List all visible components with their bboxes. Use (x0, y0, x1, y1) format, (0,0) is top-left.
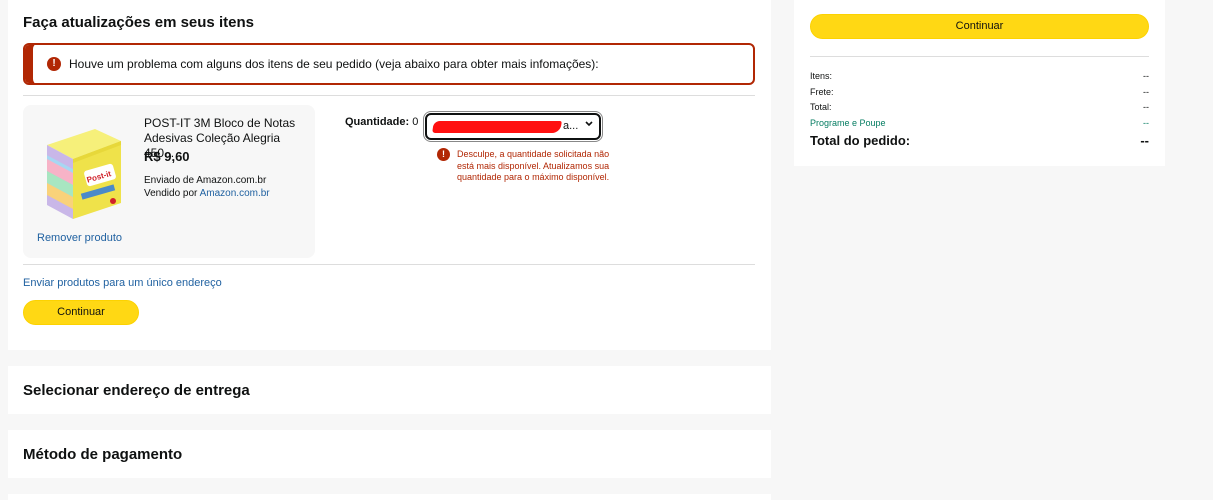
payment-section[interactable]: Método de pagamento (8, 430, 771, 478)
quantity-select[interactable]: a... (425, 113, 601, 140)
summary-row-label: Programe e Poupe (810, 118, 886, 128)
section-title: Método de pagamento (23, 446, 183, 463)
order-total-label: Total do pedido: (810, 133, 911, 148)
remove-product-link[interactable]: Remover produto (37, 232, 122, 244)
items-update-section: Faça atualizações em seus itens ! Houve … (8, 0, 771, 350)
summary-row-label: Total: (810, 102, 832, 112)
error-icon: ! (437, 148, 450, 161)
summary-row-value: -- (1143, 102, 1149, 112)
divider (810, 56, 1149, 57)
order-total-value: -- (1140, 133, 1149, 148)
order-summary: Continuar Itens: -- Frete: -- Total: -- … (794, 0, 1165, 166)
order-total: Total do pedido: -- (810, 133, 1149, 148)
summary-row-subscribe-save: Programe e Poupe -- (810, 118, 1149, 132)
product-image[interactable]: Post-it (39, 115, 129, 225)
divider (23, 95, 755, 96)
summary-row-value: -- (1143, 71, 1149, 81)
product-price: R$ 9,60 (144, 149, 190, 164)
quantity-value: 0 (412, 116, 419, 128)
section-title: Selecionar endereço de entrega (23, 382, 250, 399)
summary-continue-button[interactable]: Continuar (810, 14, 1149, 39)
sold-by-label: Vendido por (144, 188, 200, 199)
seller-link[interactable]: Amazon.com.br (200, 188, 270, 199)
redaction-mark (432, 121, 562, 133)
summary-row-value: -- (1143, 87, 1149, 97)
error-alert: ! Houve um problema com alguns dos itens… (23, 43, 755, 85)
summary-row-label: Itens: (810, 71, 833, 81)
alert-text: Houve um problema com alguns dos itens d… (69, 57, 599, 71)
chevron-down-icon (584, 118, 594, 131)
section-title: Faça atualizações em seus itens (23, 14, 254, 31)
address-section[interactable]: Selecionar endereço de entrega (8, 366, 771, 414)
quantity-label: Quantidade: 0 (345, 116, 418, 128)
alert-icon: ! (47, 57, 61, 71)
quantity-select-value: a... (563, 120, 579, 132)
sold-by: Vendido por Amazon.com.br (144, 188, 270, 199)
summary-row-value: -- (1143, 118, 1149, 128)
divider (23, 264, 755, 265)
quantity-label-text: Quantidade: (345, 116, 410, 128)
summary-row-shipping: Frete: -- (810, 87, 1149, 101)
shipped-by: Enviado de Amazon.com.br (144, 175, 267, 186)
continue-button[interactable]: Continuar (23, 300, 139, 325)
next-section (8, 494, 771, 500)
summary-row-label: Frete: (810, 87, 834, 97)
ship-single-address-link[interactable]: Enviar produtos para um único endereço (23, 277, 222, 289)
checkout-page: Faça atualizações em seus itens ! Houve … (0, 0, 1213, 500)
quantity-error-text: Desculpe, a quantidade solicitada não es… (457, 149, 610, 182)
summary-row-items: Itens: -- (810, 71, 1149, 85)
summary-row-total: Total: -- (810, 102, 1149, 116)
product-card: Post-it POST-IT 3M Bloco de Notas Adesiv… (23, 105, 315, 258)
